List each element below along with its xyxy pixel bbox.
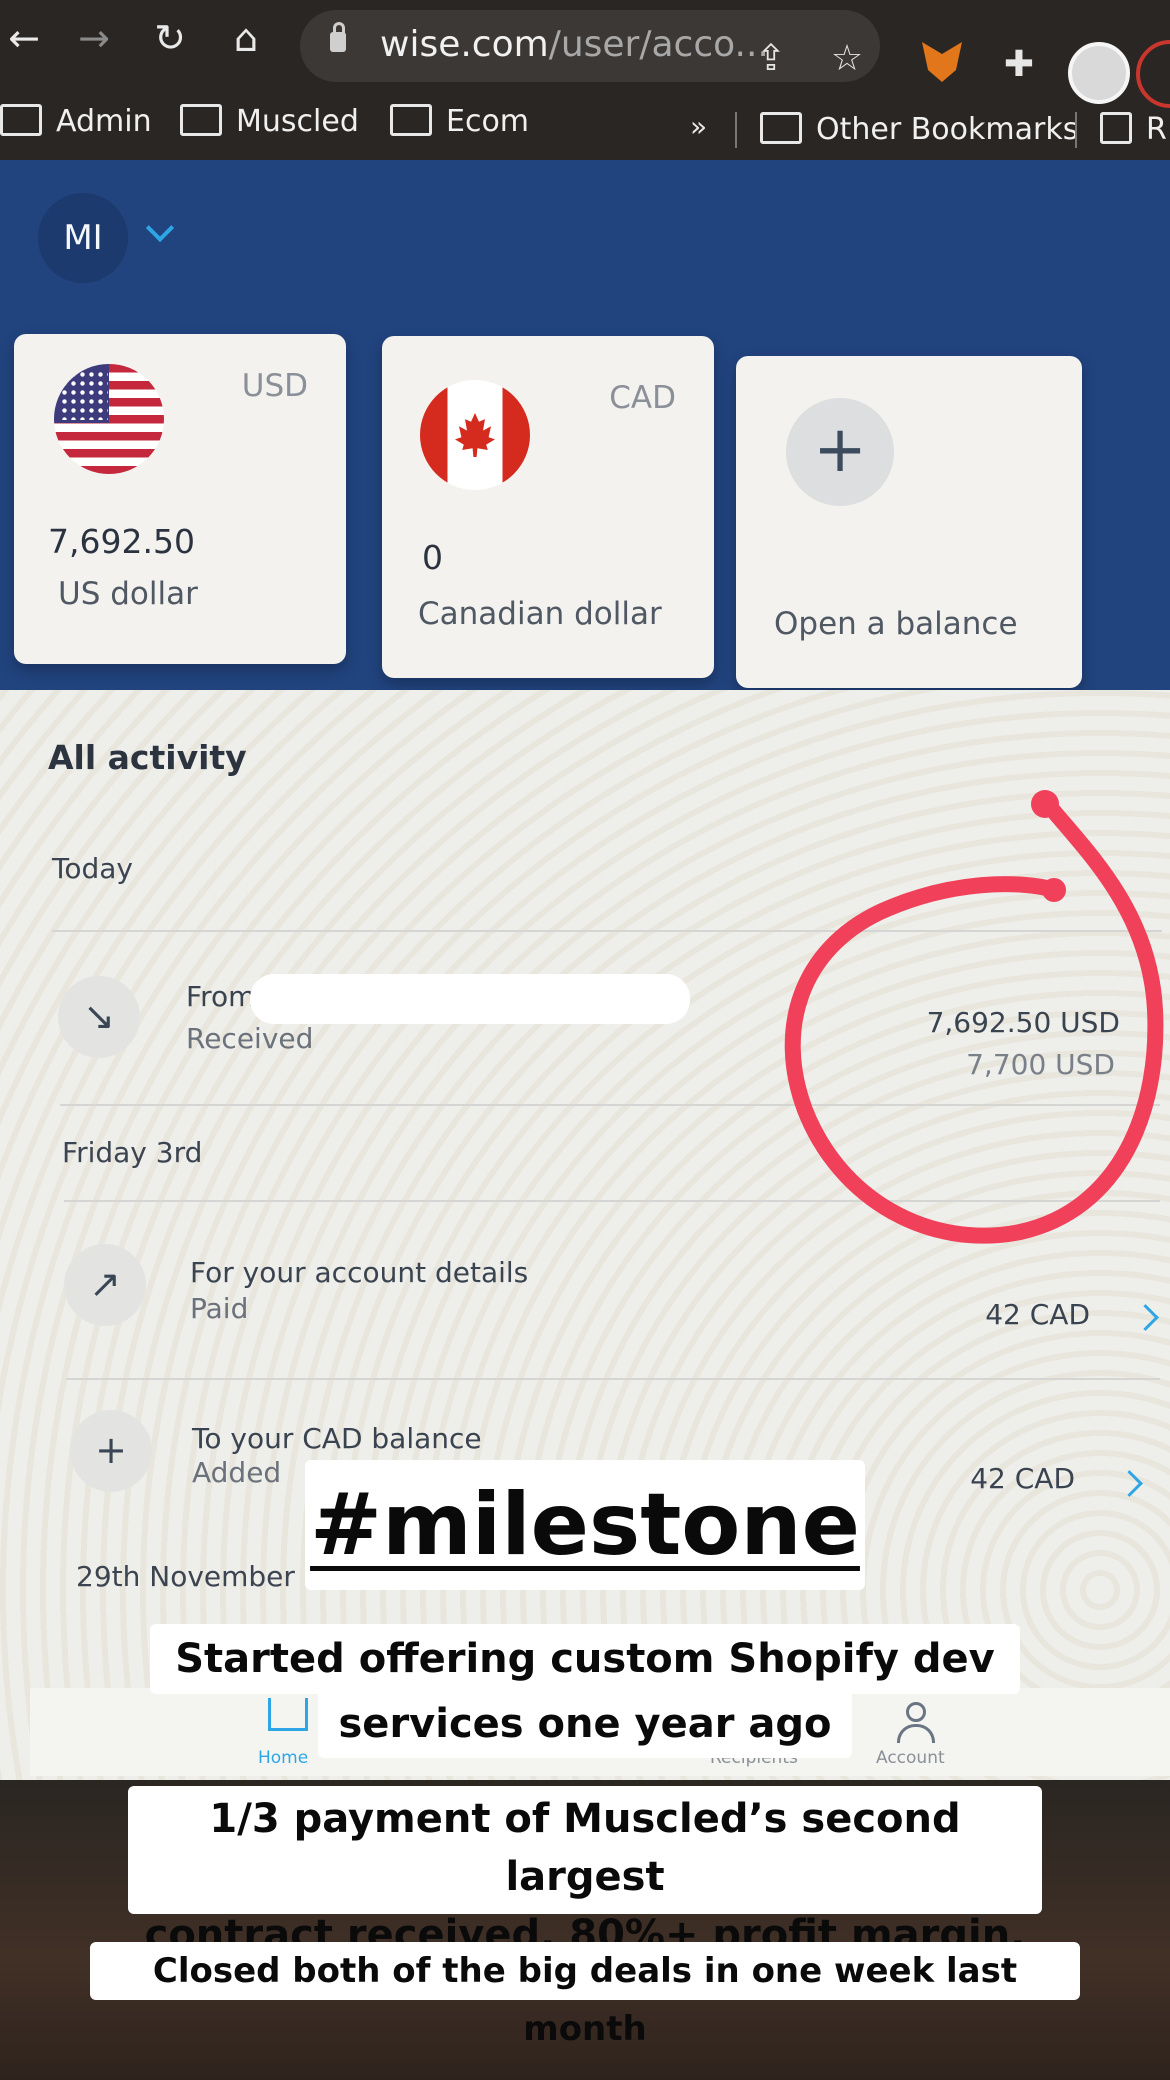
caption-block: 1/3 payment of Muscled’s second largest … xyxy=(128,1786,1042,1958)
hashtag-caption: #milestone xyxy=(305,1460,865,1590)
caption-line: Started offering custom Shopify dev xyxy=(150,1624,1020,1694)
caption-line: Closed both of the big deals in one week… xyxy=(90,1942,1080,2049)
red-circle-annotation xyxy=(784,790,1164,1244)
caption-line: 1/3 payment of Muscled’s second largest xyxy=(209,1796,961,1900)
caption-line: services one year ago xyxy=(318,1690,852,1758)
